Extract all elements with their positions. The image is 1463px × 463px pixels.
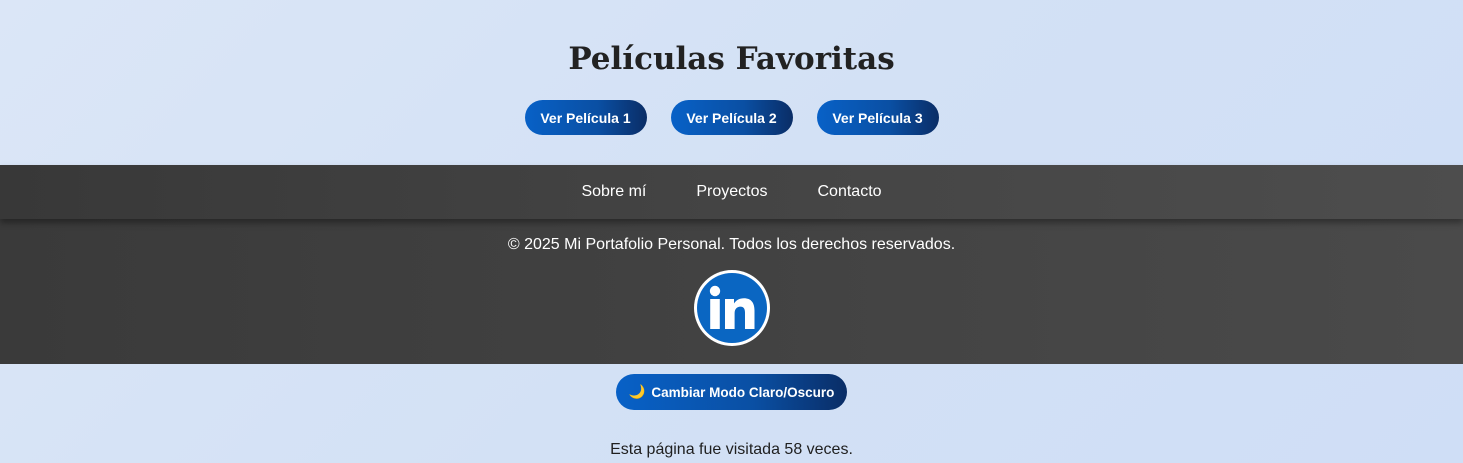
movie-buttons: Ver Película 1 Ver Película 2 Ver Pelícu… — [0, 100, 1463, 135]
section-title: Películas Favoritas — [568, 41, 895, 77]
watch-movie-3-button[interactable]: Ver Película 3 — [816, 100, 939, 135]
watch-movie-1-button[interactable]: Ver Película 1 — [524, 100, 647, 135]
nav-link-contact[interactable]: Contacto — [818, 183, 882, 201]
copyright-text: © 2025 Mi Portafolio Personal. Todos los… — [507, 236, 956, 253]
moon-icon: 🌙 — [628, 384, 646, 399]
watch-movie-2-button[interactable]: Ver Película 2 — [670, 100, 793, 135]
social-links — [0, 270, 1463, 346]
footer: Sobre mí Proyectos Contacto © 2025 Mi Po… — [0, 165, 1463, 364]
visit-counter: Esta página fue visitada 58 veces. — [610, 441, 853, 458]
linkedin-link[interactable] — [693, 270, 770, 346]
theme-toggle-wrap: 🌙 Cambiar Modo Claro/Oscuro — [0, 374, 1463, 410]
theme-toggle-button[interactable]: 🌙 Cambiar Modo Claro/Oscuro — [616, 374, 847, 410]
theme-toggle-label: Cambiar Modo Claro/Oscuro — [651, 384, 835, 400]
linkedin-icon — [696, 273, 767, 343]
footer-nav: Sobre mí Proyectos Contacto — [0, 165, 1463, 219]
movies-section: Películas Favoritas Ver Película 1 Ver P… — [0, 0, 1463, 165]
nav-link-projects[interactable]: Proyectos — [696, 183, 767, 201]
nav-link-about[interactable]: Sobre mí — [581, 183, 646, 201]
